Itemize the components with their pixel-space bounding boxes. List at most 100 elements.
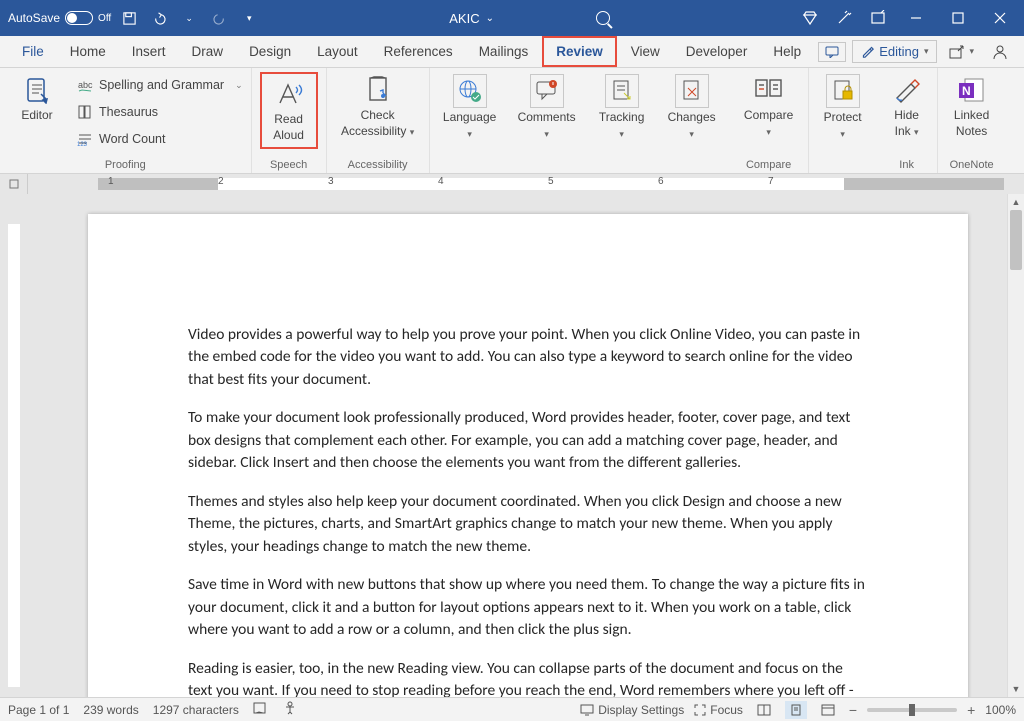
spelling-grammar-button[interactable]: abcSpelling and Grammar⌄: [76, 74, 243, 96]
tab-draw[interactable]: Draw: [180, 38, 236, 65]
scroll-up[interactable]: ▲: [1008, 194, 1024, 210]
group-speech: Speech: [270, 157, 307, 171]
linked-notes-button[interactable]: N Linked Notes: [946, 72, 998, 141]
read-mode-view[interactable]: [753, 701, 775, 719]
focus-button[interactable]: Focus: [694, 703, 743, 717]
web-layout-view[interactable]: [817, 701, 839, 719]
tab-mailings[interactable]: Mailings: [467, 38, 541, 65]
hide-ink-button[interactable]: Hide Ink: [885, 72, 929, 141]
ribbon-tabs: File Home Insert Draw Design Layout Refe…: [0, 36, 1024, 68]
thesaurus-icon: [76, 103, 94, 121]
paragraph[interactable]: Video provides a powerful way to help yo…: [188, 324, 868, 391]
language-button[interactable]: Language: [438, 72, 502, 143]
editing-mode[interactable]: Editing ▾: [852, 40, 937, 63]
document-area: Video provides a powerful way to help yo…: [0, 194, 1024, 697]
tab-insert[interactable]: Insert: [120, 38, 178, 65]
check-accessibility-button[interactable]: Check Accessibility: [335, 72, 421, 141]
tab-review[interactable]: Review: [542, 36, 617, 67]
document-scroll[interactable]: Video provides a powerful way to help yo…: [28, 194, 1007, 697]
docname-dropdown[interactable]: ⌄: [486, 13, 494, 24]
undo-dropdown[interactable]: ⌄: [177, 6, 201, 30]
minimize-button[interactable]: [900, 2, 932, 34]
tracking-icon: [605, 74, 639, 108]
status-bar: Page 1 of 1 239 words 1297 characters Di…: [0, 697, 1024, 721]
zoom-out[interactable]: −: [849, 702, 857, 718]
editor-button[interactable]: Editor: [8, 72, 66, 124]
tab-view[interactable]: View: [619, 38, 672, 65]
word-count-status[interactable]: 239 words: [83, 703, 138, 717]
accessibility-icon: [362, 74, 394, 106]
tab-references[interactable]: References: [372, 38, 465, 65]
onenote-icon: N: [956, 74, 988, 106]
scroll-down[interactable]: ▼: [1008, 681, 1024, 697]
autosave-state: Off: [98, 13, 111, 24]
page[interactable]: Video provides a powerful way to help yo…: [88, 214, 968, 697]
wand-icon[interactable]: [832, 6, 856, 30]
hide-ink-icon: [891, 74, 923, 106]
paragraph[interactable]: To make your document look professionall…: [188, 407, 868, 474]
vertical-ruler[interactable]: [0, 194, 28, 697]
thesaurus-button[interactable]: Thesaurus: [76, 101, 243, 123]
changes-icon: [675, 74, 709, 108]
tab-design[interactable]: Design: [237, 38, 303, 65]
scroll-thumb[interactable]: [1010, 210, 1022, 270]
save-icon[interactable]: [117, 6, 141, 30]
comments-toggle[interactable]: [818, 42, 846, 62]
group-compare: Compare: [746, 157, 791, 171]
paragraph[interactable]: Reading is easier, too, in the new Readi…: [188, 658, 868, 697]
editor-label: Editor: [21, 108, 52, 122]
comments-button[interactable]: Comments: [512, 72, 582, 143]
autosave-toggle[interactable]: AutoSave Off: [8, 11, 111, 25]
tab-help[interactable]: Help: [761, 38, 813, 65]
diamond-icon[interactable]: [798, 6, 822, 30]
display-settings-button[interactable]: Display Settings: [580, 703, 684, 717]
group-accessibility: Accessibility: [348, 157, 408, 171]
paragraph[interactable]: Themes and styles also help keep your do…: [188, 491, 868, 558]
editor-icon: [21, 74, 53, 106]
page-status[interactable]: Page 1 of 1: [8, 703, 69, 717]
account-icon[interactable]: [986, 41, 1014, 63]
horizontal-ruler: 1 2 3 4 5 6 7: [0, 174, 1024, 194]
language-icon: [453, 74, 487, 108]
zoom-slider[interactable]: [867, 708, 957, 712]
qat-customize[interactable]: ▾: [237, 6, 261, 30]
group-ink: Ink: [899, 157, 914, 171]
zoom-level[interactable]: 100%: [985, 703, 1016, 717]
search-icon[interactable]: [596, 11, 610, 25]
tab-developer[interactable]: Developer: [674, 38, 760, 65]
ribbon: Editor abcSpelling and Grammar⌄ Thesauru…: [0, 68, 1024, 174]
read-aloud-button[interactable]: Read Aloud: [260, 72, 318, 149]
undo-icon[interactable]: [147, 6, 171, 30]
vertical-scrollbar[interactable]: ▲ ▼: [1007, 194, 1024, 697]
protect-button[interactable]: Protect: [817, 72, 869, 143]
document-name[interactable]: AKIC: [449, 11, 479, 26]
spell-check-status[interactable]: [253, 701, 269, 718]
compare-button[interactable]: Compare: [738, 72, 800, 141]
zoom-in[interactable]: +: [967, 702, 975, 718]
group-language-etc: [578, 157, 581, 171]
group-onenote: OneNote: [950, 157, 994, 171]
paragraph[interactable]: Save time in Word with new buttons that …: [188, 574, 868, 641]
svg-text:N: N: [962, 84, 971, 98]
maximize-button[interactable]: [942, 2, 974, 34]
changes-button[interactable]: Changes: [662, 72, 722, 143]
ruler-corner[interactable]: [0, 174, 28, 194]
autosave-label: AutoSave: [8, 11, 60, 25]
svg-text:123: 123: [77, 142, 88, 147]
print-layout-view[interactable]: [785, 701, 807, 719]
close-button[interactable]: [984, 2, 1016, 34]
char-count-status[interactable]: 1297 characters: [153, 703, 239, 717]
tab-home[interactable]: Home: [58, 38, 118, 65]
word-count-button[interactable]: 123Word Count: [76, 128, 243, 150]
compare-icon: [753, 74, 785, 106]
ribbon-display-icon[interactable]: [866, 6, 890, 30]
tab-file[interactable]: File: [10, 38, 56, 65]
share-button[interactable]: ▾: [943, 42, 980, 62]
protect-icon: [826, 74, 860, 108]
editing-label: Editing: [879, 44, 919, 59]
tab-layout[interactable]: Layout: [305, 38, 370, 65]
redo-icon[interactable]: [207, 6, 231, 30]
tracking-button[interactable]: Tracking: [592, 72, 652, 143]
toggle-switch[interactable]: [65, 11, 93, 25]
accessibility-status[interactable]: [283, 701, 297, 718]
